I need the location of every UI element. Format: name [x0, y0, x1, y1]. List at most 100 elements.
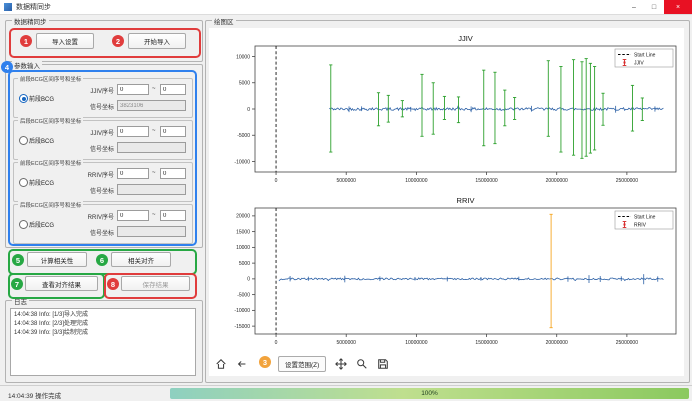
param-section-title: 前段ECG区间序号和坐标: [18, 159, 83, 167]
signal-coord-input: [117, 184, 186, 195]
param-section-front-ecg: 前段ECG区间序号和坐标 前段ECG RRIV序号 ~ 信号坐标: [13, 162, 193, 202]
front-ecg-radio-label: 前段ECG: [29, 178, 54, 187]
svg-text:5000000: 5000000: [336, 340, 356, 346]
svg-text:15000000: 15000000: [475, 340, 497, 346]
signal-coord-input: [117, 226, 186, 237]
serial-end-input[interactable]: [160, 210, 186, 221]
maximize-button[interactable]: □: [644, 0, 664, 14]
log-line: 14:04:38 Info: [1/3]导入完成: [14, 311, 192, 320]
coord-label: 信号坐标: [66, 102, 114, 111]
calc-correlation-button[interactable]: 计算相关性: [27, 252, 87, 267]
serial-label: JJIV序号: [66, 128, 114, 137]
serial-end-input[interactable]: [160, 84, 186, 95]
svg-text:JJIV: JJIV: [458, 34, 473, 43]
serial-label: JJIV序号: [66, 86, 114, 95]
svg-text:20000: 20000: [236, 214, 250, 220]
zoom-icon[interactable]: [354, 356, 370, 372]
serial-label: RRIV序号: [66, 170, 114, 179]
serial-start-input[interactable]: [117, 84, 149, 95]
minimize-button[interactable]: –: [624, 0, 644, 14]
plot-toolbar: 设置范围(Z): [213, 355, 679, 373]
range-separator: ~: [152, 170, 156, 176]
pan-icon[interactable]: [333, 356, 349, 372]
svg-text:20000000: 20000000: [546, 340, 568, 346]
svg-text:25000000: 25000000: [616, 340, 638, 346]
close-button[interactable]: ×: [664, 0, 692, 14]
param-section-title: 后段ECG区间序号和坐标: [18, 201, 83, 209]
plot-group-title: 绘图区: [212, 16, 236, 26]
titlebar: 数据精同步 – □ ×: [0, 0, 692, 15]
import-group-title: 数据精同步: [12, 16, 49, 26]
back-icon[interactable]: [234, 356, 250, 372]
log-line: 14:04:38 Info: [2/3]处理完成: [14, 320, 192, 329]
step-7-badge: 7: [11, 278, 23, 290]
coord-label: 信号坐标: [66, 186, 114, 195]
svg-text:10000000: 10000000: [405, 340, 427, 346]
svg-text:5000: 5000: [239, 261, 250, 267]
serial-start-input[interactable]: [117, 210, 149, 221]
svg-text:-5000: -5000: [237, 133, 250, 139]
serial-start-input[interactable]: [117, 168, 149, 179]
front-bcg-radio[interactable]: [19, 94, 28, 103]
svg-text:10000: 10000: [236, 54, 250, 60]
save-result-button[interactable]: 保存结果: [121, 276, 190, 291]
signal-coord-input: [117, 100, 186, 111]
correlation-align-button[interactable]: 相关对齐: [111, 252, 171, 267]
window-controls: – □ ×: [624, 0, 692, 14]
step-4-badge: 4: [1, 61, 13, 73]
range-separator: ~: [152, 212, 156, 218]
step-2-badge: 2: [112, 35, 124, 47]
param-section-front-bcg: 前段BCG区间序号和坐标 前段BCG JJIV序号 ~ 信号坐标: [13, 78, 193, 118]
view-align-result-button[interactable]: 查看对齐结果: [25, 276, 98, 291]
serial-end-input[interactable]: [160, 126, 186, 137]
front-bcg-radio-label: 前段BCG: [29, 94, 54, 103]
statusbar: 14:04:39 操作完成 100%: [0, 385, 692, 401]
svg-text:-15000: -15000: [234, 324, 250, 330]
svg-text:20000000: 20000000: [546, 178, 568, 184]
svg-text:25000000: 25000000: [616, 178, 638, 184]
rear-bcg-radio[interactable]: [19, 136, 28, 145]
param-section-title: 前段BCG区间序号和坐标: [18, 75, 83, 83]
svg-text:-5000: -5000: [237, 292, 250, 298]
save-icon[interactable]: [375, 356, 391, 372]
signal-coord-input: [117, 142, 186, 153]
log-line: 14:04:39 Info: [3/3]绘制完成: [14, 329, 192, 338]
status-text: 14:04:39 操作完成: [8, 390, 61, 400]
param-section-rear-bcg: 后段BCG区间序号和坐标 后段BCG JJIV序号 ~ 信号坐标: [13, 120, 193, 160]
rriv-chart[interactable]: 0 5000000 10000000 15000000 20000000 25000000…: [211, 194, 682, 350]
svg-text:RRIV: RRIV: [457, 196, 475, 205]
svg-text:15000: 15000: [236, 229, 250, 235]
set-range-label: 设置范围(Z): [285, 359, 319, 369]
progress-label: 100%: [421, 390, 438, 397]
rear-ecg-radio[interactable]: [19, 220, 28, 229]
serial-end-input[interactable]: [160, 168, 186, 179]
svg-text:0: 0: [247, 277, 250, 283]
serial-label: RRIV序号: [66, 212, 114, 221]
home-icon[interactable]: [213, 356, 229, 372]
param-section-rear-ecg: 后段ECG区间序号和坐标 后段ECG RRIV序号 ~ 信号坐标: [13, 204, 193, 244]
svg-text:-10000: -10000: [234, 308, 250, 314]
svg-text:JJIV: JJIV: [634, 60, 644, 66]
rear-bcg-radio-label: 后段BCG: [29, 136, 54, 145]
log-output[interactable]: 14:04:38 Info: [1/3]导入完成 14:04:38 Info: …: [10, 308, 196, 376]
coord-label: 信号坐标: [66, 228, 114, 237]
import-settings-button[interactable]: 导入设置: [36, 33, 94, 49]
svg-text:5000000: 5000000: [336, 178, 356, 184]
param-section-title: 后段BCG区间序号和坐标: [18, 117, 83, 125]
svg-text:0: 0: [247, 107, 250, 113]
window-title: 数据精同步: [16, 2, 51, 12]
step-3-badge: 3: [259, 356, 271, 368]
front-ecg-radio[interactable]: [19, 178, 28, 187]
svg-text:-10000: -10000: [234, 159, 250, 165]
start-import-button[interactable]: 开始导入: [128, 33, 186, 49]
step-1-badge: 1: [20, 35, 32, 47]
progress-bar: 100%: [170, 388, 689, 399]
params-group-title: 参数输入: [12, 60, 42, 70]
svg-text:Start Line: Start Line: [634, 214, 656, 220]
jjiv-chart[interactable]: 0500000010000000150000002000000025000000…: [211, 32, 682, 188]
set-range-button[interactable]: 设置范围(Z): [278, 356, 326, 372]
step-6-badge: 6: [96, 254, 108, 266]
svg-text:0: 0: [275, 178, 278, 184]
svg-text:10000: 10000: [236, 245, 250, 251]
serial-start-input[interactable]: [117, 126, 149, 137]
